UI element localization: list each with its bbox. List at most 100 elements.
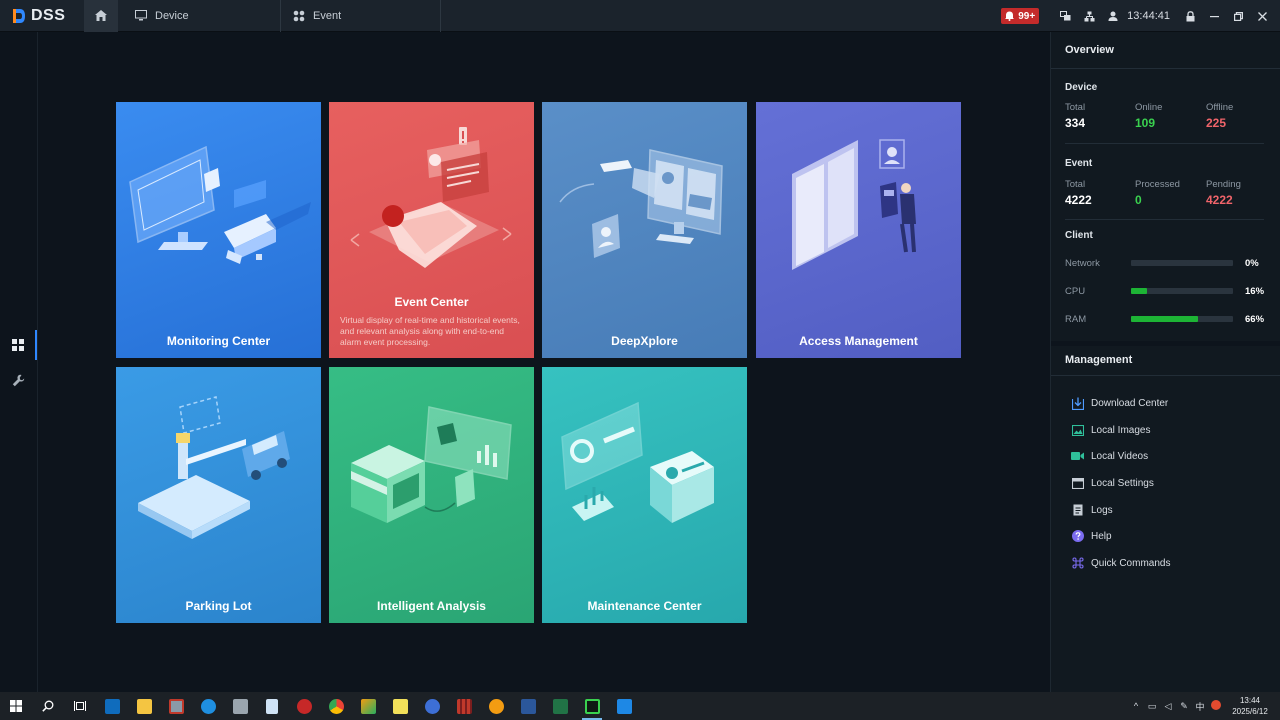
quick-commands-item[interactable]: Quick Commands	[1071, 555, 1170, 571]
tray-antivirus-icon[interactable]	[1208, 700, 1224, 712]
alarm-badge[interactable]: 99+	[1001, 8, 1040, 24]
taskbar-time: 13:44	[1239, 696, 1261, 705]
local-videos-item[interactable]: Local Videos	[1071, 448, 1148, 464]
overview-title: Overview	[1065, 44, 1114, 56]
taskbar-app-paint[interactable]	[352, 692, 384, 720]
cpu-bar	[1131, 288, 1233, 294]
word-icon	[520, 698, 536, 714]
device-offline-label: Offline	[1206, 102, 1234, 113]
taskbar-app-notes[interactable]	[384, 692, 416, 720]
taskbar-outlook[interactable]	[96, 692, 128, 720]
close-button[interactable]	[1250, 0, 1274, 32]
applications-button[interactable]	[0, 330, 37, 360]
taskbar-word[interactable]	[512, 692, 544, 720]
minimize-button[interactable]	[1202, 0, 1226, 32]
tile-event-center[interactable]: Event Center Virtual display of real-tim…	[329, 102, 534, 358]
folder-icon	[136, 698, 152, 714]
user-icon	[1108, 11, 1118, 21]
taskbar-app-blue[interactable]	[416, 692, 448, 720]
tile-monitoring-center[interactable]: Monitoring Center	[116, 102, 321, 358]
taskbar-excel[interactable]	[544, 692, 576, 720]
tile-event-center-label: Event Center	[394, 295, 469, 309]
tools-button[interactable]	[0, 365, 37, 395]
taskbar-app-search[interactable]	[480, 692, 512, 720]
download-icon	[1071, 397, 1084, 410]
tray-network-icon[interactable]: ▭	[1144, 701, 1160, 712]
windows-taskbar: ^ ▭ ◁ ✎ 中 13:44 2025/6/12	[0, 692, 1280, 720]
org-button[interactable]	[1077, 0, 1101, 32]
start-button[interactable]	[0, 692, 32, 720]
lock-button[interactable]	[1178, 0, 1202, 32]
calculator-icon	[232, 698, 248, 714]
taskbar-edge[interactable]	[192, 692, 224, 720]
cpu-bar-fill	[1131, 288, 1148, 294]
taskbar-notepad[interactable]	[256, 692, 288, 720]
sticky-notes-icon	[392, 698, 408, 714]
restore-button[interactable]	[1226, 0, 1250, 32]
download-center-item[interactable]: Download Center	[1071, 395, 1168, 411]
task-view-button[interactable]	[64, 692, 96, 720]
tile-deepxplore[interactable]: DeepXplore	[542, 102, 747, 358]
taskbar-app-red[interactable]	[288, 692, 320, 720]
taskbar-app-grid[interactable]	[448, 692, 480, 720]
local-settings-item[interactable]: Local Settings	[1071, 475, 1154, 491]
tray-pen-icon[interactable]: ✎	[1176, 701, 1192, 712]
device-online-value: 109	[1135, 116, 1156, 130]
wrench-icon	[12, 374, 25, 386]
search-button[interactable]	[32, 692, 64, 720]
device-online-label: Online	[1135, 102, 1163, 113]
screen-capture-icon	[168, 698, 184, 714]
tile-maintenance-center-label: Maintenance Center	[587, 599, 702, 613]
system-tray: ^ ▭ ◁ ✎ 中 13:44 2025/6/12	[1128, 692, 1280, 720]
screen-switch-button[interactable]	[1053, 0, 1077, 32]
event-total-value: 4222	[1065, 193, 1092, 207]
tile-access-management-label: Access Management	[799, 334, 918, 348]
paint-icon	[360, 698, 376, 714]
image-icon	[1071, 424, 1084, 436]
tab-event[interactable]: Event	[281, 0, 441, 32]
edge-icon	[200, 698, 216, 714]
home-button[interactable]	[84, 0, 118, 32]
event-total-label: Total	[1065, 179, 1086, 190]
tile-parking-lot[interactable]: Parking Lot	[116, 367, 321, 623]
logs-item[interactable]: Logs	[1071, 502, 1113, 518]
local-images-label: Local Images	[1091, 424, 1151, 436]
local-settings-label: Local Settings	[1091, 477, 1154, 489]
taskbar-app-camera[interactable]	[608, 692, 640, 720]
task-view-icon	[74, 701, 86, 711]
excel-icon	[552, 698, 568, 714]
event-processed-label: Processed	[1135, 179, 1180, 190]
cpu-label: CPU	[1065, 286, 1086, 297]
title-bar: DSS Device Event 99+ 13:44:41	[0, 0, 1280, 32]
taskbar-chrome[interactable]	[320, 692, 352, 720]
tile-monitoring-center-label: Monitoring Center	[166, 334, 271, 348]
bell-icon	[1005, 11, 1015, 21]
tab-device[interactable]: Device	[118, 0, 281, 32]
red-circle-app-icon	[296, 698, 312, 714]
taskbar-dss[interactable]	[576, 692, 608, 720]
search-icon	[42, 700, 54, 712]
local-images-item[interactable]: Local Images	[1071, 422, 1150, 438]
taskbar-clock[interactable]: 13:44 2025/6/12	[1224, 695, 1276, 717]
grid-icon	[293, 10, 305, 21]
dss-taskbar-icon	[584, 698, 600, 714]
help-item[interactable]: Help	[1071, 528, 1112, 544]
apps-grid-icon	[11, 339, 24, 351]
tray-volume-icon[interactable]: ◁	[1160, 701, 1176, 712]
home-icon	[95, 10, 107, 21]
lock-icon	[1186, 10, 1194, 21]
tile-intelligent-analysis[interactable]: Intelligent Analysis	[329, 367, 534, 623]
tray-chevron-up-icon[interactable]: ^	[1128, 701, 1144, 711]
ime-indicator[interactable]: 中	[1192, 700, 1208, 713]
taskbar-app-calc[interactable]	[224, 692, 256, 720]
user-button[interactable]	[1101, 0, 1125, 32]
taskbar-app-monitor[interactable]	[160, 692, 192, 720]
device-section-title: Device	[1065, 82, 1098, 93]
tile-access-management[interactable]: Access Management	[756, 102, 961, 358]
tile-event-center-description: Virtual display of real-time and histori…	[340, 315, 520, 347]
event-section-title: Event	[1065, 158, 1093, 169]
monitoring-illustration	[129, 145, 311, 264]
tile-maintenance-center[interactable]: Maintenance Center	[542, 367, 747, 623]
restore-icon	[1233, 11, 1243, 21]
taskbar-file-explorer[interactable]	[128, 692, 160, 720]
